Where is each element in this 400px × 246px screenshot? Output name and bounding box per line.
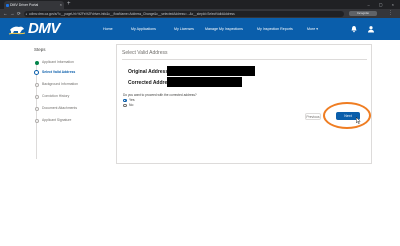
step-item[interactable]: Select Valid Address xyxy=(33,69,109,75)
step-complete-icon xyxy=(34,60,39,65)
reload-button[interactable]: ⟳ xyxy=(17,9,21,18)
tab-close-icon[interactable]: × xyxy=(60,1,62,9)
new-tab-button[interactable]: + xyxy=(67,0,71,9)
radio-label: No xyxy=(129,103,134,107)
step-item[interactable]: Applicant Information xyxy=(33,59,109,65)
previous-button[interactable]: Previous xyxy=(305,113,321,120)
steps-title: Steps xyxy=(34,47,46,52)
step-pending-icon xyxy=(34,82,39,87)
proceed-question: Do you want to proceed with the correcte… xyxy=(123,93,197,97)
browser-menu-icon[interactable]: ⋮ xyxy=(388,9,393,18)
nav-more[interactable]: More ▾ xyxy=(307,18,318,40)
nav-my-licenses[interactable]: My Licenses xyxy=(174,18,194,40)
step-item[interactable]: Applicant Signature xyxy=(33,117,109,123)
section-divider xyxy=(122,59,367,60)
step-label: Document Attachments xyxy=(42,106,78,110)
browser-toolbar: ← → ⟳ ● cdlmv.dmv.ca.gov/s/?c__pageUrl=%… xyxy=(0,9,400,18)
highlight-annotation-ring xyxy=(323,102,371,129)
incognito-badge[interactable]: Incognito xyxy=(349,11,377,16)
step-label: Select Valid Address xyxy=(42,70,76,74)
step-item[interactable]: Conviction History xyxy=(33,93,109,99)
app-header: DMV Home My Applications My Licenses Man… xyxy=(0,18,400,40)
step-pending-icon xyxy=(34,94,39,99)
forward-button[interactable]: → xyxy=(10,9,15,18)
back-button[interactable]: ← xyxy=(3,9,8,18)
bell-icon[interactable] xyxy=(350,25,358,33)
steps-sidebar: Steps Applicant Information Select Valid… xyxy=(28,44,110,164)
nav-my-applications[interactable]: My Applications xyxy=(131,18,156,40)
step-pending-icon xyxy=(34,106,39,111)
mouse-cursor-icon xyxy=(356,117,361,124)
section-title: Select Valid Address xyxy=(122,50,168,56)
tab-favicon-icon xyxy=(5,3,9,7)
step-label: Conviction History xyxy=(42,94,70,98)
step-label: Background Information xyxy=(42,82,78,86)
user-icon[interactable] xyxy=(367,25,375,33)
step-label: Applicant Signature xyxy=(42,118,72,122)
browser-tab[interactable]: DMV Driver Portal × xyxy=(4,1,64,9)
step-label: Applicant Information xyxy=(42,60,74,64)
radio-no[interactable]: No xyxy=(123,103,163,108)
tab-title: DMV Driver Portal xyxy=(10,3,39,7)
dmv-logo[interactable]: DMV xyxy=(28,20,60,38)
chevron-down-icon: ▾ xyxy=(316,27,319,31)
nav-manage-my-inspections[interactable]: Manage My Inspections xyxy=(205,18,243,40)
step-current-icon xyxy=(34,70,39,75)
step-item[interactable]: Background Information xyxy=(33,81,109,87)
nav-home[interactable]: Home xyxy=(103,18,113,40)
radio-button[interactable] xyxy=(123,103,127,108)
nav-my-inspection-reports[interactable]: My Inspection Reports xyxy=(257,18,293,40)
window-controls[interactable]: – ▢ × xyxy=(367,0,398,9)
corrected-address-redacted xyxy=(167,77,242,87)
radio-button-checked[interactable] xyxy=(123,98,127,103)
lock-icon: ● xyxy=(25,11,28,16)
browser-tab-strip: DMV Driver Portal × + – ▢ × xyxy=(0,0,400,9)
original-address-label: Original Address xyxy=(128,69,169,75)
original-address-redacted xyxy=(167,66,255,76)
step-item[interactable]: Document Attachments xyxy=(33,105,109,111)
url-text: cdlmv.dmv.ca.gov/s/?c__pageUrl=%2Fs%2Fdr… xyxy=(29,11,235,16)
step-pending-icon xyxy=(34,118,39,123)
address-bar[interactable]: ● cdlmv.dmv.ca.gov/s/?c__pageUrl=%2Fs%2F… xyxy=(24,10,344,17)
nav-more-label: More xyxy=(307,27,316,31)
california-bear-logo-icon xyxy=(8,26,26,35)
